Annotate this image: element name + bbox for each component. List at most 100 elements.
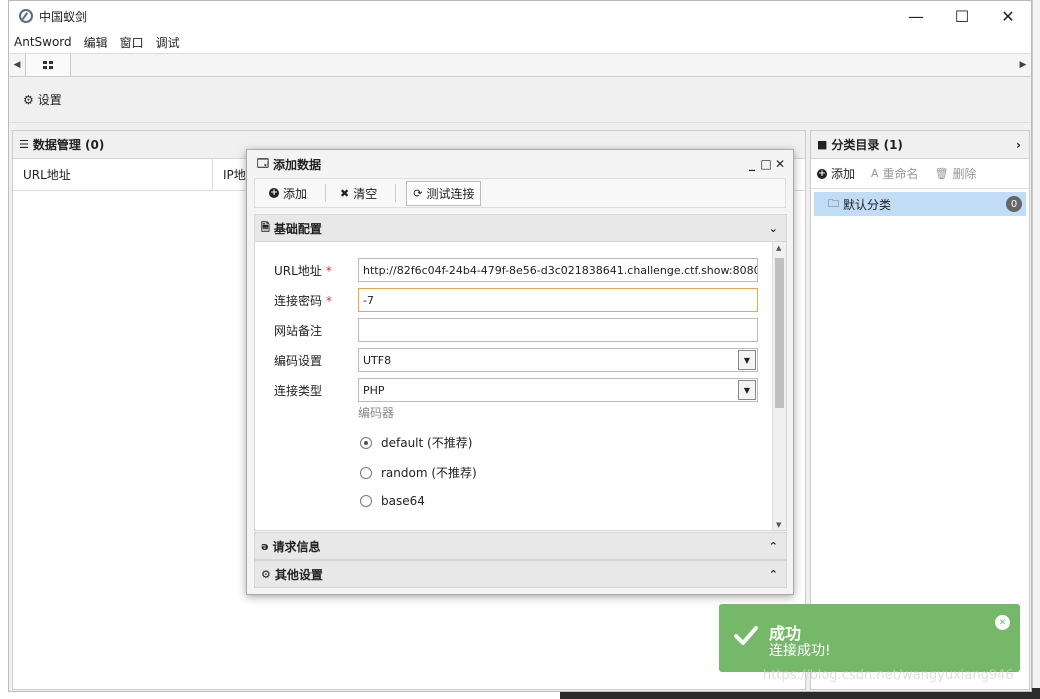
toast-close-icon[interactable]: ✕ xyxy=(995,615,1010,630)
menu-window[interactable]: 窗口 xyxy=(120,34,144,51)
list-icon: ☰ xyxy=(19,138,29,151)
radio-icon xyxy=(360,495,372,507)
note-row: 网站备注 xyxy=(274,318,358,342)
background-window-edge-right xyxy=(1032,0,1040,699)
minimize-button[interactable]: — xyxy=(893,1,939,31)
success-toast: 成功 连接成功! ✕ xyxy=(719,604,1020,672)
menu-debug[interactable]: 调试 xyxy=(156,34,180,51)
background-window-edge xyxy=(0,0,8,699)
add-category-label: 添加 xyxy=(831,167,856,181)
url-input[interactable]: http://82f6c04f-24b4-479f-8e56-d3c021838… xyxy=(358,258,758,282)
encoding-select[interactable]: UTF8 ▼ xyxy=(358,348,758,372)
chevron-down-icon: ▼ xyxy=(738,380,756,400)
main-toolbar: ⚙ 设置 xyxy=(9,77,1031,123)
dialog-toolbar: + 添加 ✖ 清空 ⟳ 测试连接 xyxy=(254,178,786,208)
basic-config-title: 基础配置 xyxy=(273,221,322,236)
trash-icon: 🗑 xyxy=(934,167,949,180)
test-connection-label: 测试连接 xyxy=(426,186,475,201)
watermark: https://blog.csdn.net/wangyuxiang946 xyxy=(763,668,1014,683)
request-info-header[interactable]: ə 请求信息 ⌃ xyxy=(254,532,787,560)
scroll-down-icon[interactable]: ▼ xyxy=(776,521,781,529)
type-value: PHP xyxy=(363,383,385,397)
type-row: 连接类型 xyxy=(274,378,358,402)
other-settings-header[interactable]: ⚙ 其他设置 ⌃ xyxy=(254,560,787,588)
delete-category-button[interactable]: 🗑 删除 xyxy=(935,165,977,182)
basic-config-section: 🗎 基础配置 ⌄ URL地址 * http://82f6c04f-24b4-479… xyxy=(254,214,787,531)
edge-icon: ə xyxy=(261,539,269,553)
toolbar-separator xyxy=(325,184,327,202)
font-icon: A xyxy=(871,167,879,180)
dialog-title: 添加数据 xyxy=(272,157,321,172)
encoding-label: 编码设置 xyxy=(274,353,323,368)
dialog-minimize-button[interactable]: _ xyxy=(745,157,759,171)
type-select[interactable]: PHP ▼ xyxy=(358,378,758,402)
url-label: URL地址 * xyxy=(274,263,332,278)
folder-open-icon: 🗀 xyxy=(828,196,839,210)
encoder-option-default[interactable]: default (不推荐) xyxy=(360,434,472,451)
add-category-button[interactable]: + 添加 xyxy=(817,165,855,182)
settings-button[interactable]: 设置 xyxy=(38,91,62,108)
menu-bar: AntSword 编辑 窗口 调试 xyxy=(9,31,1031,53)
scroll-thumb[interactable] xyxy=(775,258,784,408)
tab-bar: ◀ ▶ xyxy=(9,53,1031,77)
times-icon: ✖ xyxy=(340,186,350,200)
request-info-section: ə 请求信息 ⌃ xyxy=(254,532,787,560)
maximize-button[interactable]: ☐ xyxy=(939,1,985,31)
column-url[interactable]: URL地址 xyxy=(13,159,213,190)
radio-icon xyxy=(360,466,372,479)
tab-home[interactable] xyxy=(25,54,71,76)
toolbar-separator xyxy=(395,184,397,202)
add-button-label: 添加 xyxy=(283,186,308,201)
title-bar: 中国蚁剑 — ☐ ✕ xyxy=(9,1,1031,31)
grid-icon xyxy=(43,60,53,70)
chevron-right-icon[interactable]: › xyxy=(1016,138,1021,152)
dialog-maximize-button[interactable]: □ xyxy=(759,157,773,171)
window-icon: 🗔 xyxy=(257,156,269,170)
chevron-up-icon: ⌃ xyxy=(768,567,778,581)
folder-icon: ■ xyxy=(817,138,828,151)
chevron-down-icon: ⌄ xyxy=(768,221,778,235)
dialog-close-button[interactable]: ✕ xyxy=(773,157,787,171)
note-input[interactable] xyxy=(358,318,758,342)
encoder-option-base64[interactable]: base64 xyxy=(360,494,425,508)
spinner-icon: ⟳ xyxy=(413,186,423,200)
request-info-title: 请求信息 xyxy=(272,539,321,554)
encoder-option-random[interactable]: random (不推荐) xyxy=(360,464,477,481)
count-badge: 0 xyxy=(1006,196,1022,212)
plus-circle-icon: + xyxy=(817,168,827,179)
menu-edit[interactable]: 编辑 xyxy=(84,34,108,51)
close-button[interactable]: ✕ xyxy=(985,1,1031,31)
category-toolbar: + 添加 A 重命名 🗑 删除 xyxy=(811,159,1029,189)
gear-icon: ⚙ xyxy=(23,92,34,107)
url-row: URL地址 * xyxy=(274,258,358,282)
window-title: 中国蚁剑 xyxy=(39,9,88,24)
toast-message: 连接成功! xyxy=(769,643,831,659)
add-button[interactable]: + 添加 xyxy=(265,183,311,204)
encoder-label: 编码器 xyxy=(358,406,395,420)
encoding-row: 编码设置 xyxy=(274,348,358,372)
category-item-default[interactable]: 🗀 默认分类 0 xyxy=(814,192,1026,216)
form-scrollbar[interactable]: ▲ ▼ xyxy=(772,242,786,530)
add-data-dialog: 🗔 添加数据 _ □ ✕ + 添加 ✖ 清空 ⟳ 测试连接 🗎 基础配置 ⌄ U… xyxy=(246,149,794,595)
clear-button[interactable]: ✖ 清空 xyxy=(336,183,381,204)
test-connection-button[interactable]: ⟳ 测试连接 xyxy=(406,180,482,206)
tab-scroll-right-icon[interactable]: ▶ xyxy=(1015,54,1031,76)
scroll-up-icon[interactable]: ▲ xyxy=(776,244,781,252)
clear-button-label: 清空 xyxy=(353,186,378,201)
password-label: 连接密码 * xyxy=(274,293,333,308)
chevron-down-icon: ▼ xyxy=(738,350,756,370)
rename-category-button[interactable]: A 重命名 xyxy=(871,165,919,182)
menu-antsword[interactable]: AntSword xyxy=(14,35,72,49)
basic-config-body: URL地址 * http://82f6c04f-24b4-479f-8e56-d3… xyxy=(254,242,787,531)
encoder-option-label: base64 xyxy=(381,494,425,508)
plus-circle-icon: + xyxy=(269,188,279,198)
cogs-icon: ⚙ xyxy=(261,567,271,581)
password-input[interactable]: -7 xyxy=(358,288,758,312)
rename-category-label: 重命名 xyxy=(882,167,919,181)
data-management-title: 数据管理 (0) xyxy=(32,138,105,152)
basic-config-header[interactable]: 🗎 基础配置 ⌄ xyxy=(254,214,787,242)
other-settings-title: 其他设置 xyxy=(274,567,323,582)
encoder-option-label: random (不推荐) xyxy=(381,466,477,480)
category-header: ■ 分类目录 (1) › xyxy=(811,131,1029,159)
tab-scroll-left-icon[interactable]: ◀ xyxy=(9,54,25,76)
